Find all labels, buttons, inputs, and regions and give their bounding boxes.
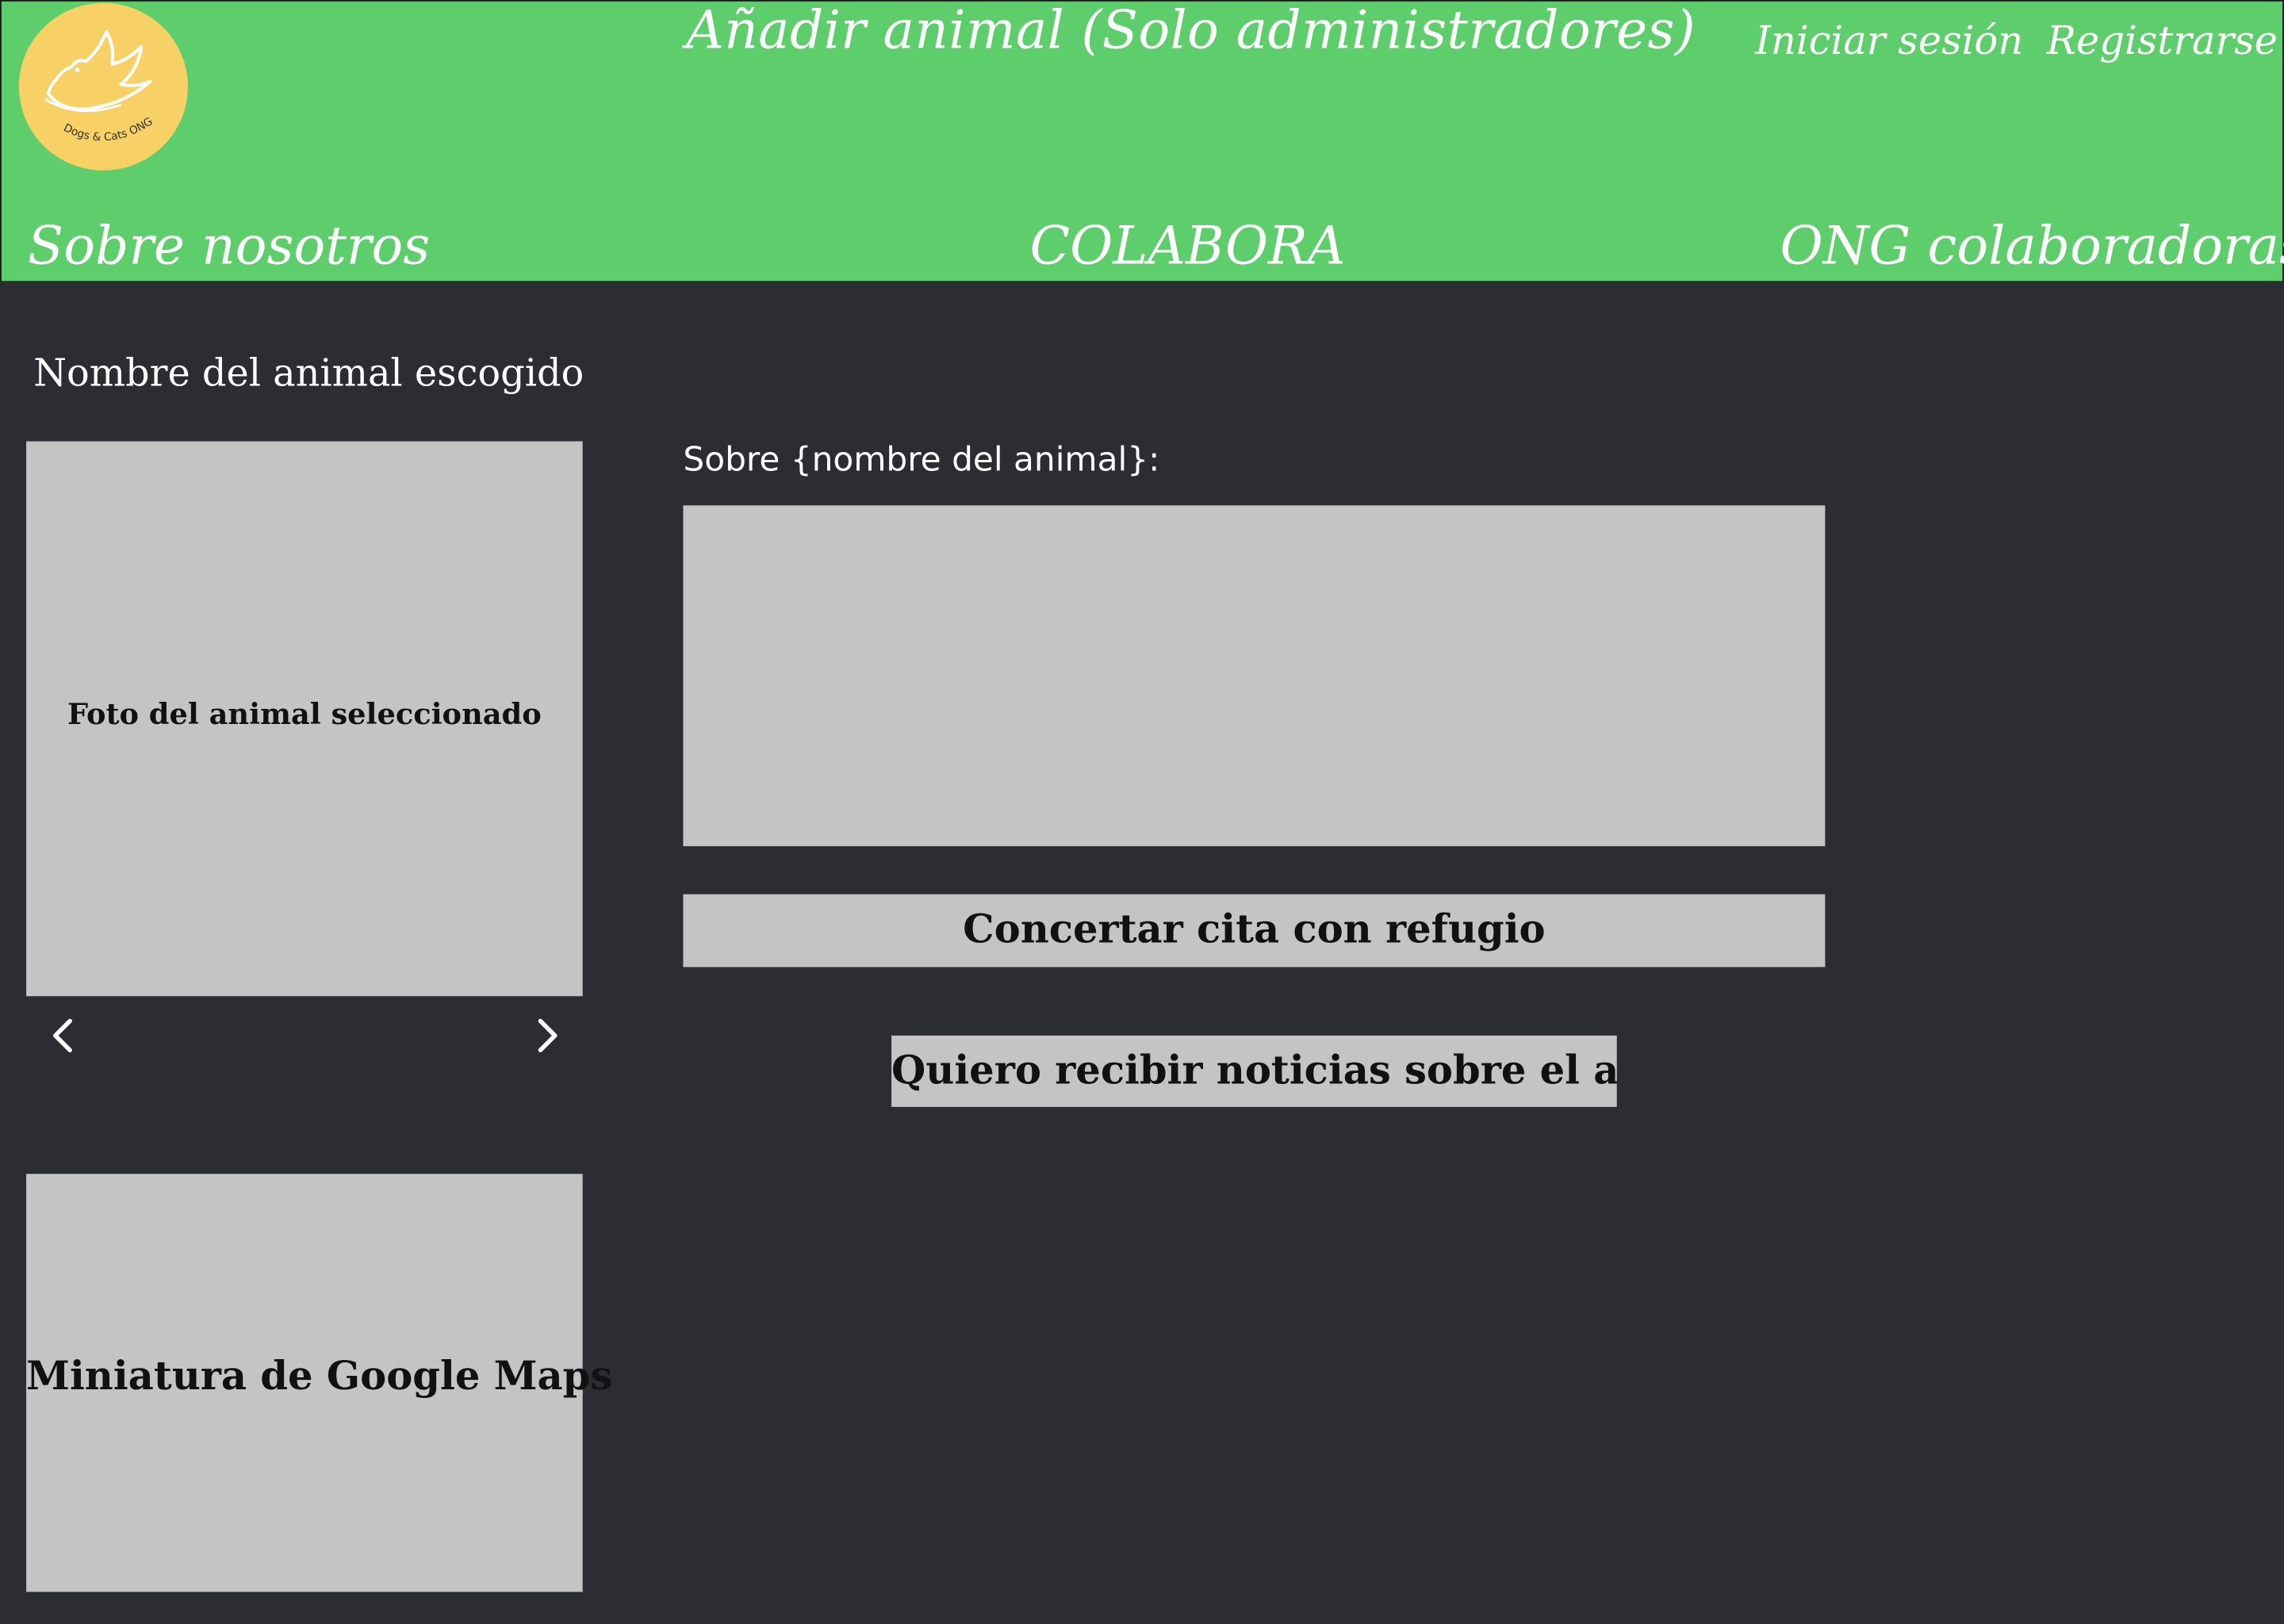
dove-icon: Dogs & Cats ONG — [44, 30, 155, 144]
animal-name-title: Nombre del animal escogido — [33, 352, 584, 396]
nav-ong-colaboradoras[interactable]: ONG colaboradoras — [1780, 217, 2284, 277]
subscribe-news-button[interactable]: Quiero recibir noticias sobre el animal — [891, 1035, 1617, 1107]
schedule-appointment-button[interactable]: Concertar cita con refugio — [683, 894, 1826, 967]
page: Dogs & Cats ONG Añadir animal (Solo admi… — [0, 0, 2284, 1624]
animal-photo-label: Foto del animal seleccionado — [67, 695, 542, 732]
about-animal-label: Sobre {nombre del animal}: — [683, 441, 1160, 480]
add-animal-admin-link[interactable]: Añadir animal (Solo administradores) — [686, 2, 1696, 61]
chevron-left-icon — [53, 1018, 72, 1053]
about-animal-description — [683, 505, 1826, 847]
register-link[interactable]: Registrarse — [2047, 19, 2278, 64]
logo[interactable]: Dogs & Cats ONG — [18, 2, 188, 170]
next-photo-button[interactable] — [526, 1015, 566, 1055]
nav-colabora[interactable]: COLABORA — [1030, 217, 1346, 277]
logo-text: Dogs & Cats ONG — [61, 115, 155, 144]
chevron-right-icon — [538, 1018, 558, 1053]
previous-photo-button[interactable] — [44, 1015, 84, 1055]
login-link[interactable]: Iniciar sesión — [1755, 19, 2023, 64]
google-maps-thumbnail-label: Miniatura de Google Maps — [26, 1354, 613, 1400]
header: Dogs & Cats ONG Añadir animal (Solo admi… — [0, 0, 2284, 283]
nav-about-us[interactable]: Sobre nosotros — [28, 217, 430, 277]
